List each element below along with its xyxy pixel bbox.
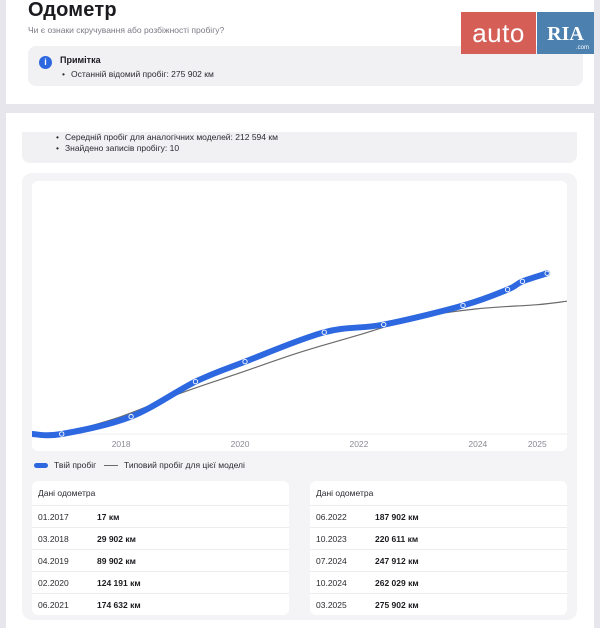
logo-com-text: .com <box>575 45 589 51</box>
row-date: 10.2023 <box>316 534 347 544</box>
data-point[interactable] <box>381 321 387 328</box>
table-row: 03.2025 275 902 км <box>310 593 567 615</box>
row-mileage: 17 км <box>97 512 120 522</box>
row-date: 02.2020 <box>38 578 69 588</box>
row-date: 01.2017 <box>38 512 69 522</box>
table-row: 10.2023 220 611 км <box>310 527 567 549</box>
table-row: 07.2024 247 912 км <box>310 549 567 571</box>
data-point[interactable] <box>192 378 199 385</box>
table-header: Дані одометра <box>38 488 96 498</box>
mileage-chart-svg: 2018 2020 2022 2024 2025 <box>29 270 568 449</box>
legend-item-yours: Твій пробіг <box>34 460 96 470</box>
x-tick-label: 2024 <box>468 439 487 449</box>
x-tick-label: 2018 <box>112 439 131 449</box>
page-subtitle: Чи є ознаки скручування або розбіжності … <box>28 25 225 35</box>
row-date: 06.2021 <box>38 600 69 610</box>
legend-swatch-typical <box>104 465 118 466</box>
odometer-table-left: Дані одометра 01.2017 17 км 03.2018 29 9… <box>32 481 289 615</box>
x-tick-label: 2020 <box>231 439 250 449</box>
row-mileage: 174 632 км <box>97 600 141 610</box>
row-mileage: 124 191 км <box>97 578 141 588</box>
info-icon: i <box>39 56 52 69</box>
logo-auto-text: auto <box>461 12 536 54</box>
legend-item-typical: Типовий пробіг для цієї моделі <box>104 460 245 470</box>
logo-ria-block: RIA .com <box>537 12 594 54</box>
table-header: Дані одометра <box>316 488 374 498</box>
odometer-header-card: Одометр Чи є ознаки скручування або розб… <box>6 0 594 104</box>
series-line-yours <box>29 270 551 439</box>
x-tick-label: 2022 <box>349 439 368 449</box>
table-row: 06.2022 187 902 км <box>310 505 567 527</box>
row-mileage: 187 902 км <box>375 512 419 522</box>
row-mileage: 220 611 км <box>375 534 419 544</box>
legend-swatch-yours <box>34 463 48 468</box>
legend-label-typical: Типовий пробіг для цієї моделі <box>124 460 245 470</box>
row-date: 10.2024 <box>316 578 347 588</box>
data-point[interactable] <box>321 329 327 335</box>
stats-box: Середній пробіг для аналогічних моделей:… <box>22 132 577 163</box>
table-row: 10.2024 262 029 км <box>310 571 567 593</box>
page-title: Одометр <box>28 0 117 21</box>
row-date: 04.2019 <box>38 556 69 566</box>
odometer-table-right: Дані одометра 06.2022 187 902 км 10.2023… <box>310 481 567 615</box>
last-mileage-text: Останній відомий пробіг: 275 902 км <box>62 69 214 79</box>
data-point[interactable] <box>128 413 134 420</box>
data-point[interactable] <box>59 431 65 437</box>
autoria-logo: auto RIA .com <box>461 12 594 54</box>
logo-ria-text: RIA <box>547 23 584 45</box>
data-point[interactable] <box>504 286 511 293</box>
row-mileage: 275 902 км <box>375 600 419 610</box>
data-point[interactable] <box>544 270 550 276</box>
table-row: 01.2017 17 км <box>32 505 289 527</box>
data-point[interactable] <box>519 278 526 285</box>
row-mileage: 247 912 км <box>375 556 419 566</box>
data-point[interactable] <box>242 359 248 365</box>
note-title: Примітка <box>60 55 101 65</box>
chart-panel: 2018 2020 2022 2024 2025 Твій пробіг Типовий… <box>22 173 577 620</box>
records-found-text: Знайдено записів пробігу: 10 <box>56 143 179 153</box>
row-date: 03.2025 <box>316 600 347 610</box>
row-date: 06.2022 <box>316 512 347 522</box>
row-mileage: 262 029 км <box>375 578 419 588</box>
table-row: 03.2018 29 902 км <box>32 527 289 549</box>
avg-mileage-text: Середній пробіг для аналогічних моделей:… <box>56 132 278 142</box>
x-tick-label: 2025 <box>528 439 547 449</box>
row-date: 03.2018 <box>38 534 69 544</box>
row-mileage: 29 902 км <box>97 534 136 544</box>
legend-label-yours: Твій пробіг <box>54 460 97 470</box>
data-point[interactable] <box>460 302 466 309</box>
mileage-chart: 2018 2020 2022 2024 2025 <box>29 181 568 451</box>
row-date: 07.2024 <box>316 556 347 566</box>
table-row: 02.2020 124 191 км <box>32 571 289 593</box>
table-row: 06.2021 174 632 км <box>32 593 289 615</box>
x-axis-ticks: 2018 2020 2022 2024 2025 <box>112 439 547 449</box>
series-points-yours <box>59 270 550 437</box>
table-row: 04.2019 89 902 км <box>32 549 289 571</box>
row-mileage: 89 902 км <box>97 556 136 566</box>
